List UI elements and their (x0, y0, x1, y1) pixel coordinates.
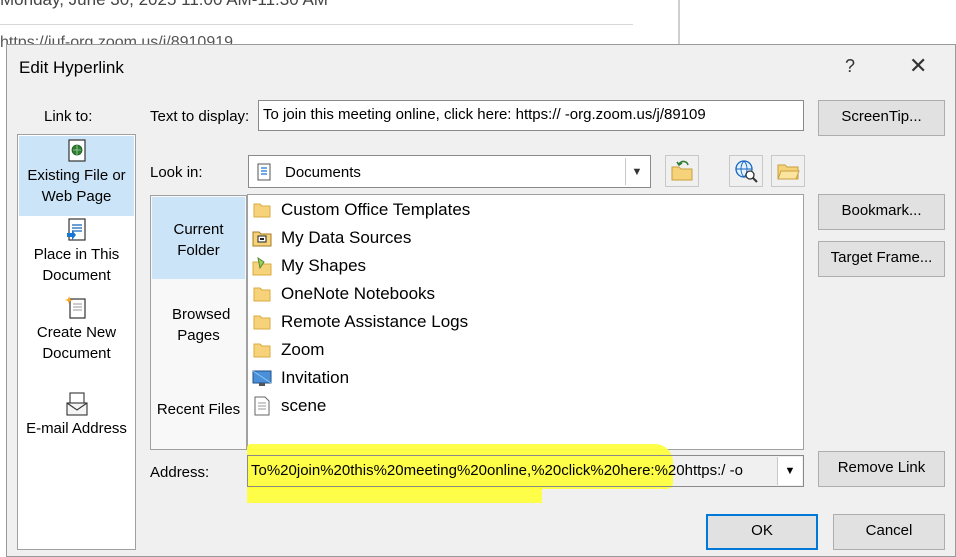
folder-icon (252, 340, 272, 360)
link-to-label: Link to: (44, 108, 93, 125)
web-page-icon (67, 139, 86, 162)
nav-recent-files[interactable]: Recent Files (152, 399, 245, 421)
link-to-email[interactable]: E-mail Address (19, 391, 134, 441)
globe-search-icon (735, 160, 758, 183)
address-highlight-tail (247, 485, 542, 503)
edit-hyperlink-dialog: Edit Hyperlink ? ✕ Link to: Existing Fil… (6, 44, 956, 557)
target-frame-button[interactable]: Target Frame... (818, 241, 945, 277)
browse-web-button[interactable] (729, 155, 763, 187)
file-name: OneNote Notebooks (281, 284, 436, 303)
list-item[interactable]: Invitation (252, 364, 349, 392)
list-item[interactable]: My Data Sources (252, 224, 411, 252)
text-to-display-input[interactable]: To join this meeting online, click here:… (258, 100, 804, 131)
text-to-display-label: Text to display: (150, 108, 250, 125)
list-item[interactable]: OneNote Notebooks (252, 280, 435, 308)
meeting-time-text: Monday, June 30, 2025 11:00 AM-11:30 AM (0, 0, 328, 10)
file-name: Invitation (281, 368, 350, 387)
nav-current-folder[interactable]: Current Folder (152, 197, 245, 279)
link-to-existing-file-label: Existing File or Web Page (27, 167, 126, 205)
folder-icon (252, 200, 272, 220)
ok-button[interactable]: OK (706, 514, 818, 550)
text-file-icon (252, 396, 272, 416)
link-to-place-label: Place in This Document (33, 246, 120, 284)
link-to-email-label: E-mail Address (26, 420, 127, 437)
file-name: My Data Sources (281, 228, 412, 247)
file-name: scene (281, 396, 327, 415)
link-to-new-document[interactable]: Create New Document (19, 295, 134, 362)
chevron-down-icon[interactable]: ▼ (625, 158, 648, 185)
email-icon (65, 392, 88, 416)
link-to-existing-file[interactable]: Existing File or Web Page (19, 136, 134, 216)
address-chevron-down-icon[interactable]: ▼ (777, 457, 802, 485)
file-name: Remote Assistance Logs (281, 312, 469, 331)
screentip-button[interactable]: ScreenTip... (818, 100, 945, 136)
dialog-title: Edit Hyperlink (19, 58, 124, 77)
new-document-icon (64, 296, 86, 319)
bookmark-button[interactable]: Bookmark... (818, 194, 945, 230)
documents-icon (257, 163, 271, 181)
document-place-icon (66, 218, 86, 241)
monitor-icon (252, 368, 272, 388)
open-folder-icon (777, 164, 800, 180)
pane-divider (678, 0, 680, 44)
link-to-panel: Existing File or Web Page Place in This … (17, 134, 136, 550)
data-source-folder-icon (252, 228, 272, 248)
file-name: My Shapes (281, 256, 367, 275)
folder-icon (252, 312, 272, 332)
browse-file-button[interactable] (771, 155, 805, 187)
file-list[interactable]: Custom Office Templates My Data Sources … (247, 194, 804, 450)
list-item[interactable]: Zoom (252, 336, 324, 364)
cancel-button[interactable]: Cancel (833, 514, 945, 550)
close-button[interactable]: ✕ (909, 53, 927, 79)
list-item[interactable]: Remote Assistance Logs (252, 308, 468, 336)
link-to-new-document-label: Create New Document (36, 324, 117, 362)
help-button[interactable]: ? (845, 56, 855, 77)
address-label: Address: (150, 464, 210, 481)
look-in-value: Documents (285, 164, 361, 181)
look-in-nav-panel: Current Folder Browsed Pages Recent File… (150, 195, 247, 450)
up-folder-button[interactable] (665, 155, 699, 187)
list-item[interactable]: Custom Office Templates (252, 196, 470, 224)
nav-browsed-pages[interactable]: Browsed Pages (152, 304, 245, 348)
list-item[interactable]: My Shapes (252, 252, 366, 280)
look-in-dropdown[interactable]: Documents ▼ (248, 155, 651, 188)
file-name: Custom Office Templates (281, 200, 471, 219)
up-folder-icon (671, 160, 693, 181)
folder-icon (252, 284, 272, 304)
look-in-label: Look in: (150, 164, 203, 181)
link-to-place-in-document[interactable]: Place in This Document (19, 217, 134, 284)
separator (0, 24, 633, 25)
shapes-folder-icon (252, 256, 272, 276)
remove-link-button[interactable]: Remove Link (818, 451, 945, 487)
list-item[interactable]: scene (252, 392, 326, 420)
address-input[interactable]: To%20join%20this%20meeting%20online,%20c… (251, 462, 771, 479)
file-name: Zoom (281, 340, 325, 359)
